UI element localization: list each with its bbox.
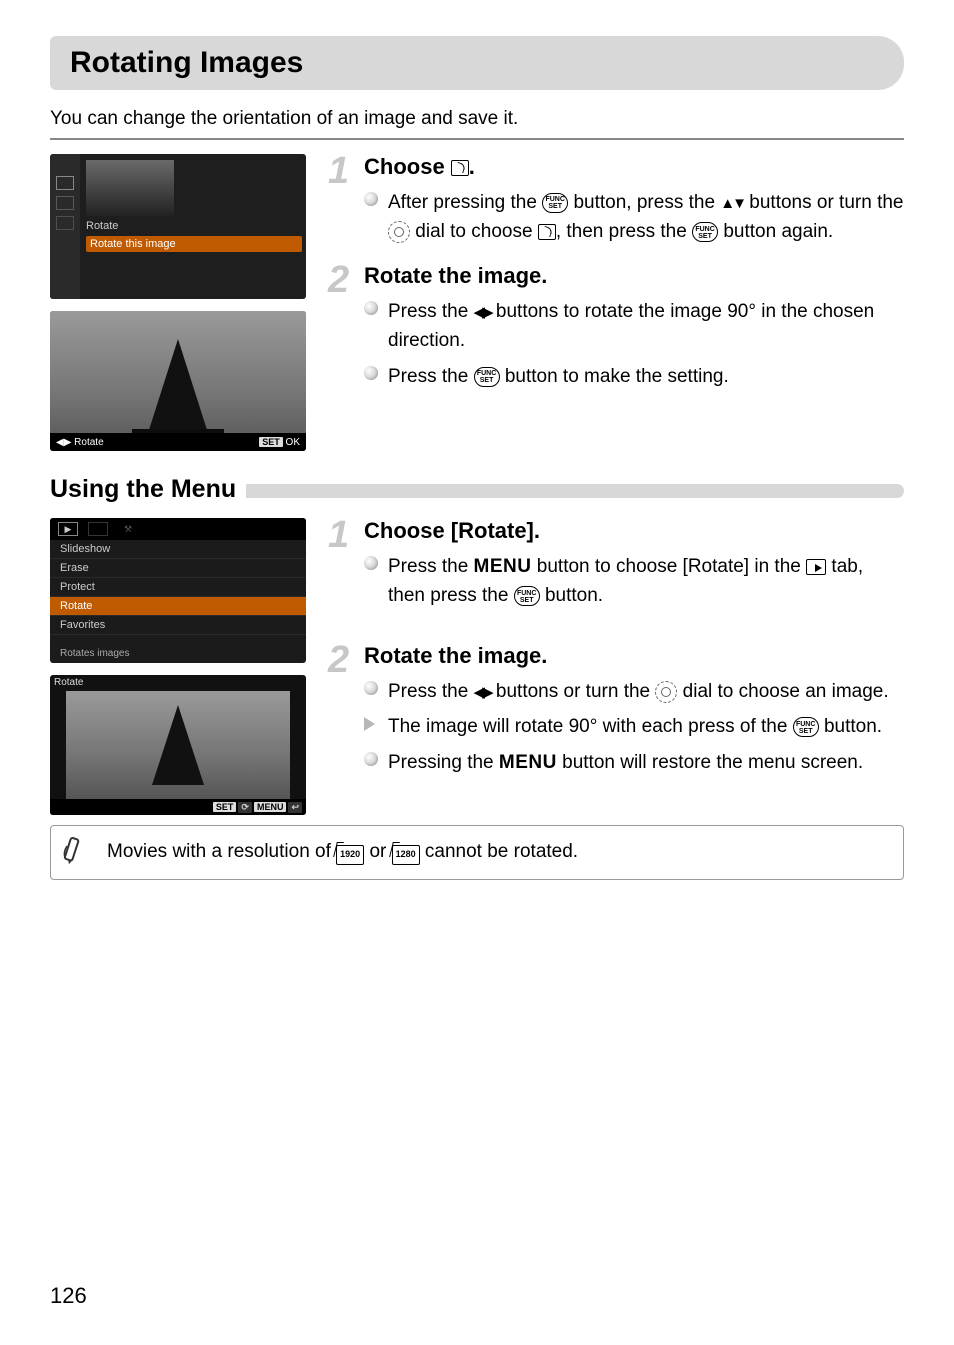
page-title-bar: Rotating Images <box>50 36 904 90</box>
step-number: 2 <box>328 263 356 397</box>
step-a2: 2 Rotate the image. Press the ◀▶ buttons… <box>328 263 904 397</box>
step-number: 2 <box>328 643 356 783</box>
thumbnail <box>86 160 174 216</box>
divider <box>50 138 904 140</box>
step-a1: 1 Choose . After pressing the FUNCSET bu… <box>328 154 904 253</box>
resolution-1280-icon: 1280 <box>392 845 420 865</box>
step-bullet: Pressing the MENU button will restore th… <box>364 748 904 777</box>
section-b-left: ▶ ⚒ Slideshow Erase Protect Rotate Favor… <box>50 518 310 815</box>
rotate-icon-tag: ⟳ <box>238 802 252 813</box>
section-a-columns: Rotate Rotate this image ◀▶ Rotate SET O… <box>50 154 904 463</box>
menu-tag: MENU <box>254 802 287 812</box>
bullet-text: Press the ◀▶ buttons or turn the dial to… <box>388 677 904 706</box>
menu-label: Rotate <box>86 220 118 232</box>
dial-icon <box>388 221 410 243</box>
menu-word: MENU <box>499 752 557 773</box>
left-right-icon: ◀▶ <box>474 684 491 701</box>
step-number: 1 <box>328 154 356 253</box>
rotate-header: Rotate <box>54 677 83 688</box>
section-a-left: Rotate Rotate this image ◀▶ Rotate SET O… <box>50 154 310 463</box>
bullet-icon <box>364 752 378 766</box>
arrow-bullet-icon <box>364 717 378 731</box>
step-bullet: Press the FUNCSET button to make the set… <box>364 362 904 391</box>
up-down-icon: ▲▼ <box>720 195 744 212</box>
step-b2: 2 Rotate the image. Press the ◀▶ buttons… <box>328 643 904 783</box>
rotate-box-icon <box>538 224 556 240</box>
pencil-icon <box>61 836 93 868</box>
bullet-icon <box>364 192 378 206</box>
camera-screenshot-rotate-view: Rotate SET ⟳ MENU ↩ <box>50 675 306 815</box>
bullet-icon <box>364 556 378 570</box>
note-text: Movies with a resolution of 1920 or 1280… <box>107 838 889 867</box>
step-bullet: After pressing the FUNCSET button, press… <box>364 188 904 247</box>
generic-icon <box>56 216 74 230</box>
bullet-text: Press the MENU button to choose [Rotate]… <box>388 552 904 611</box>
bullet-icon <box>364 366 378 380</box>
set-tag: SET <box>213 802 237 812</box>
playback-tab-icon: ▶ <box>58 522 78 536</box>
func-set-icon: FUNCSET <box>514 586 540 606</box>
step-bullet: Press the MENU button to choose [Rotate]… <box>364 552 904 611</box>
step-title: Rotate the image. <box>364 263 904 289</box>
menu-item-selected: Rotate <box>50 597 306 616</box>
step-title: Rotate the image. <box>364 643 904 669</box>
resolution-1920-icon: 1920 <box>336 845 364 865</box>
bullet-text: After pressing the FUNCSET button, press… <box>388 188 904 247</box>
ok-label: OK <box>286 437 300 448</box>
bullet-icon <box>364 301 378 315</box>
menu-highlight: Rotate this image <box>86 236 302 252</box>
menu-footer: Rotates images <box>60 648 129 659</box>
rotate-box-icon <box>451 160 469 176</box>
camera-screenshot-menu-list: ▶ ⚒ Slideshow Erase Protect Rotate Favor… <box>50 518 306 663</box>
step-bullet: Press the ◀▶ buttons or turn the dial to… <box>364 677 904 706</box>
dial-icon <box>655 681 677 703</box>
rotate-indicator: ◀▶ Rotate <box>56 437 104 448</box>
set-tag: SET <box>259 437 283 447</box>
tab-icon: ⚒ <box>118 522 138 536</box>
section-b-columns: ▶ ⚒ Slideshow Erase Protect Rotate Favor… <box>50 518 904 815</box>
menu-item: Erase <box>50 559 306 578</box>
step-title: Choose . <box>364 154 904 180</box>
subheading-bar: Using the Menu <box>50 469 904 518</box>
playback-tab-icon <box>806 559 826 575</box>
page-title: Rotating Images <box>70 46 884 80</box>
step-title: Choose [Rotate]. <box>364 518 904 544</box>
bullet-text: Press the FUNCSET button to make the set… <box>388 362 904 391</box>
menu-list: Slideshow Erase Protect Rotate Favorites <box>50 540 306 635</box>
tab-icon <box>88 522 108 536</box>
func-set-icon: FUNCSET <box>542 193 568 213</box>
bullet-text: Pressing the MENU button will restore th… <box>388 748 904 777</box>
func-set-icon: FUNCSET <box>692 222 718 242</box>
menu-item: Slideshow <box>50 540 306 559</box>
page-number: 126 <box>50 1283 87 1309</box>
subheading: Using the Menu <box>50 475 236 504</box>
menu-item: Protect <box>50 578 306 597</box>
back-icon-tag: ↩ <box>288 802 302 813</box>
camera-screenshot-menu: Rotate Rotate this image <box>50 154 306 299</box>
camera-screenshot-rotate: ◀▶ Rotate SET OK <box>50 311 306 451</box>
rotate-box-icon <box>56 176 74 190</box>
section-b-right: 1 Choose [Rotate]. Press the MENU button… <box>328 518 904 815</box>
generic-icon <box>56 196 74 210</box>
func-set-icon: FUNCSET <box>793 717 819 737</box>
menu-item: Favorites <box>50 616 306 635</box>
intro-text: You can change the orientation of an ima… <box>50 108 904 130</box>
step-number: 1 <box>328 518 356 617</box>
menu-word: MENU <box>474 556 532 577</box>
left-right-icon: ◀▶ <box>474 304 491 321</box>
step-bullet: The image will rotate 90° with each pres… <box>364 712 904 741</box>
bullet-text: Press the ◀▶ buttons to rotate the image… <box>388 297 904 356</box>
func-set-icon: FUNCSET <box>474 367 500 387</box>
note-box: Movies with a resolution of 1920 or 1280… <box>50 825 904 880</box>
step-bullet: Press the ◀▶ buttons to rotate the image… <box>364 297 904 356</box>
bullet-text: The image will rotate 90° with each pres… <box>388 712 904 741</box>
subheading-rule <box>246 484 904 498</box>
step-b1: 1 Choose [Rotate]. Press the MENU button… <box>328 518 904 617</box>
section-a-right: 1 Choose . After pressing the FUNCSET bu… <box>328 154 904 463</box>
bullet-icon <box>364 681 378 695</box>
